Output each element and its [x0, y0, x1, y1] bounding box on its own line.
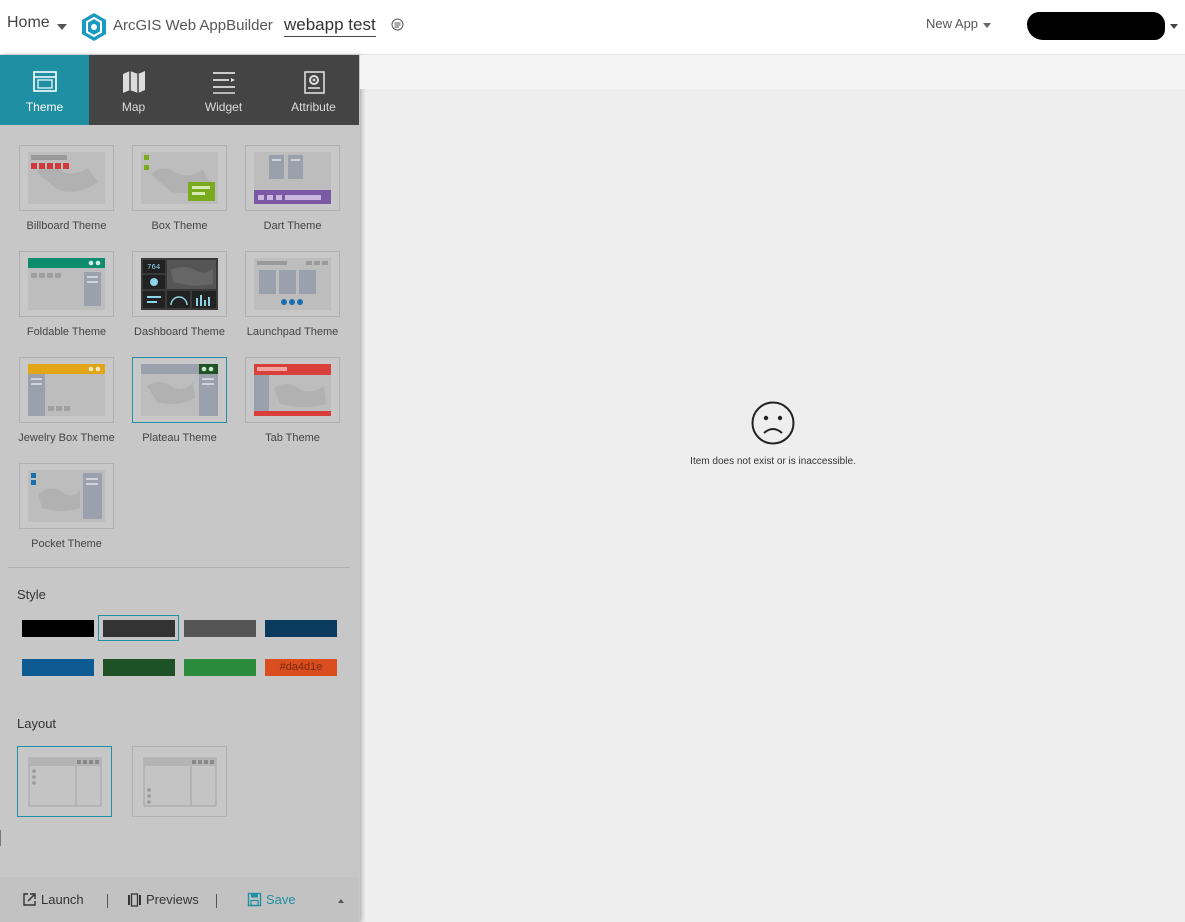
arcgis-logo-icon [82, 13, 106, 41]
tab-map[interactable]: Map [89, 55, 178, 125]
theme-thumbnail [19, 251, 114, 317]
launch-label: Launch [41, 892, 84, 907]
theme-label: Foldable Theme [26, 326, 107, 338]
theme-label: Launchpad Theme [246, 326, 339, 338]
theme-thumbnail [245, 357, 340, 423]
theme-preview-icon [28, 258, 105, 310]
tab-theme-label: Theme [25, 100, 64, 114]
theme-preview-icon: 764 [141, 258, 218, 310]
collapse-panel-icon[interactable] [338, 899, 344, 903]
app-title[interactable]: webapp test [284, 15, 376, 37]
theme-label: Jewelry Box Theme [18, 432, 115, 444]
app-info-icon[interactable] [391, 18, 404, 31]
tab-map-label: Map [121, 100, 146, 114]
style-swatch-gray[interactable] [184, 620, 256, 637]
style-swatch-dark-green[interactable] [103, 659, 175, 676]
style-swatch-black[interactable] [22, 620, 94, 637]
style-section-title: Style [17, 587, 46, 602]
theme-preview-icon [254, 152, 331, 204]
theme-thumbnail [132, 357, 227, 423]
map-toolbar-strip [360, 55, 1185, 89]
theme-preview-icon [141, 152, 218, 204]
theme-thumbnail [132, 145, 227, 211]
launch-external-icon [23, 893, 36, 906]
style-swatch-navy[interactable] [265, 620, 337, 637]
theme-window-icon [33, 71, 57, 92]
layout-section-title: Layout [17, 716, 57, 731]
home-dropdown-icon[interactable] [57, 24, 67, 30]
user-account-menu[interactable] [1027, 12, 1165, 40]
style-swatch-dark-gray[interactable] [103, 620, 175, 637]
theme-preview-icon [28, 470, 105, 522]
theme-label: Billboard Theme [26, 220, 107, 232]
sad-face-icon [751, 401, 795, 445]
theme-label: Dashboard Theme [134, 326, 225, 338]
error-message: Item does not exist or is inaccessible. [690, 456, 856, 467]
tab-theme[interactable]: Theme [0, 55, 89, 125]
theme-preview-icon [254, 258, 331, 310]
style-swatch-blue[interactable] [22, 659, 94, 676]
save-label: Save [266, 892, 296, 907]
theme-thumbnail [245, 145, 340, 211]
theme-preview-icon [141, 364, 218, 416]
theme-preview-icon [28, 152, 105, 204]
theme-thumbnail [19, 145, 114, 211]
theme-thumbnail [19, 463, 114, 529]
user-dropdown-icon[interactable] [1170, 24, 1178, 29]
panel-footer: Launch Previews Save [0, 877, 359, 922]
builder-tab-bar: Theme Map Widget Attribute [0, 55, 359, 125]
custom-color-label[interactable]: #da4d1e [265, 659, 337, 676]
theme-thumbnail [19, 357, 114, 423]
layout-preview-icon [143, 757, 217, 807]
top-header: Home ArcGIS Web AppBuilder webapp test N… [0, 0, 1185, 55]
layout-option-2[interactable] [132, 746, 227, 817]
new-app-menu[interactable]: New App [926, 16, 978, 31]
map-icon [123, 71, 145, 93]
previews-devices-icon [128, 893, 141, 907]
home-link[interactable]: Home [7, 14, 50, 32]
theme-label: Plateau Theme [142, 432, 217, 444]
previews-label: Previews [146, 892, 199, 907]
tab-attribute-label: Attribute [291, 100, 336, 114]
attribute-gear-icon [304, 71, 325, 94]
save-disk-icon [247, 892, 262, 907]
tab-attribute[interactable]: Attribute [269, 55, 358, 125]
builder-panel: Theme Map Widget Attribute Billboard The… [0, 55, 360, 922]
theme-preview-icon [28, 364, 105, 416]
theme-preview-icon [254, 364, 331, 416]
footer-separator [107, 894, 108, 908]
theme-label: Dart Theme [263, 220, 322, 232]
tab-widget-label: Widget [204, 100, 243, 114]
theme-thumbnail [245, 251, 340, 317]
panel-edge-mark [0, 830, 1, 846]
svg-text:764: 764 [147, 263, 161, 271]
style-swatch-green[interactable] [184, 659, 256, 676]
section-divider [8, 567, 350, 568]
theme-label: Box Theme [151, 220, 208, 232]
layout-option-1[interactable] [17, 746, 112, 817]
widget-list-icon [213, 72, 235, 94]
footer-separator [216, 894, 217, 908]
theme-label: Tab Theme [265, 432, 320, 444]
tab-widget[interactable]: Widget [179, 55, 268, 125]
theme-label: Pocket Theme [31, 538, 102, 550]
new-app-dropdown-icon[interactable] [983, 23, 991, 28]
product-name: ArcGIS Web AppBuilder [113, 17, 273, 34]
theme-thumbnail: 764 [132, 251, 227, 317]
layout-preview-icon [28, 757, 102, 807]
